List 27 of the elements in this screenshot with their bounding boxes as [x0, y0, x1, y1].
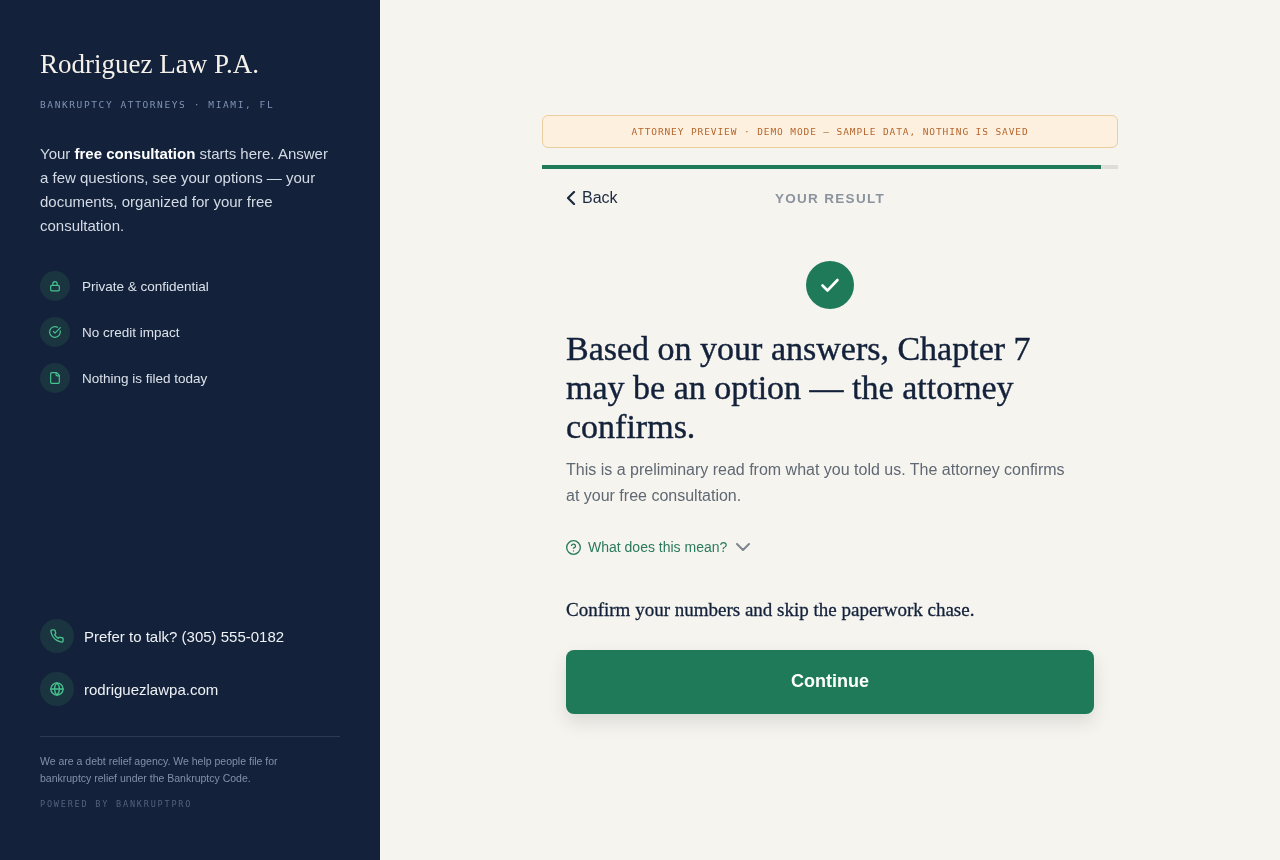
feature-label: No credit impact — [82, 324, 180, 340]
firm-name: Rodriguez Law P.A. — [40, 48, 260, 80]
prompt-text: Confirm your numbers and skip the paperwork chase. — [566, 597, 976, 622]
chevron-down-icon — [736, 543, 751, 551]
phone-icon — [40, 619, 74, 653]
step-title: YOUR RESULT — [774, 190, 886, 206]
demo-mode-banner: ATTORNEY PREVIEW · DEMO MODE — SAMPLE DATA, NOTHING IS SAVED — [542, 115, 1118, 148]
website-link[interactable]: rodriguezlawpa.com — [84, 680, 219, 698]
document-icon — [40, 363, 70, 393]
disclaimer-text: We are a debt relief agency. We help people file for bankruptcy relief under the Bankruptcy Code. — [40, 754, 279, 786]
chevron-left-icon — [566, 191, 576, 205]
lock-icon — [40, 271, 70, 301]
success-check-icon — [806, 261, 854, 309]
check-circle-icon — [40, 317, 70, 347]
help-toggle[interactable]: What does this mean? — [566, 537, 751, 557]
feature-label: Private & confidential — [82, 278, 209, 294]
globe-icon — [40, 672, 74, 706]
tagline: BANKRUPTCY ATTORNEYS · MIAMI, FL — [40, 98, 276, 112]
result-heading: Based on your answers, Chapter 7 may be an option — the attorney confirms. — [566, 329, 1032, 446]
feature-label: Nothing is filed today — [82, 370, 208, 386]
intro-text: Your free consultation starts here. Answer a few questions, see your options — your documents, organized for your free consultation. — [40, 144, 329, 236]
back-button[interactable]: Back — [566, 189, 618, 207]
result-description: This is a preliminary read from what you told us. The attorney confirms at your free consultation. — [566, 460, 1066, 506]
continue-button[interactable]: Continue — [566, 649, 1094, 714]
powered-by-text: POWERED BY BANKRUPTPRO — [40, 798, 194, 810]
help-icon — [566, 539, 581, 555]
phone-link[interactable]: Prefer to talk? (305) 555-0182 — [84, 627, 285, 645]
